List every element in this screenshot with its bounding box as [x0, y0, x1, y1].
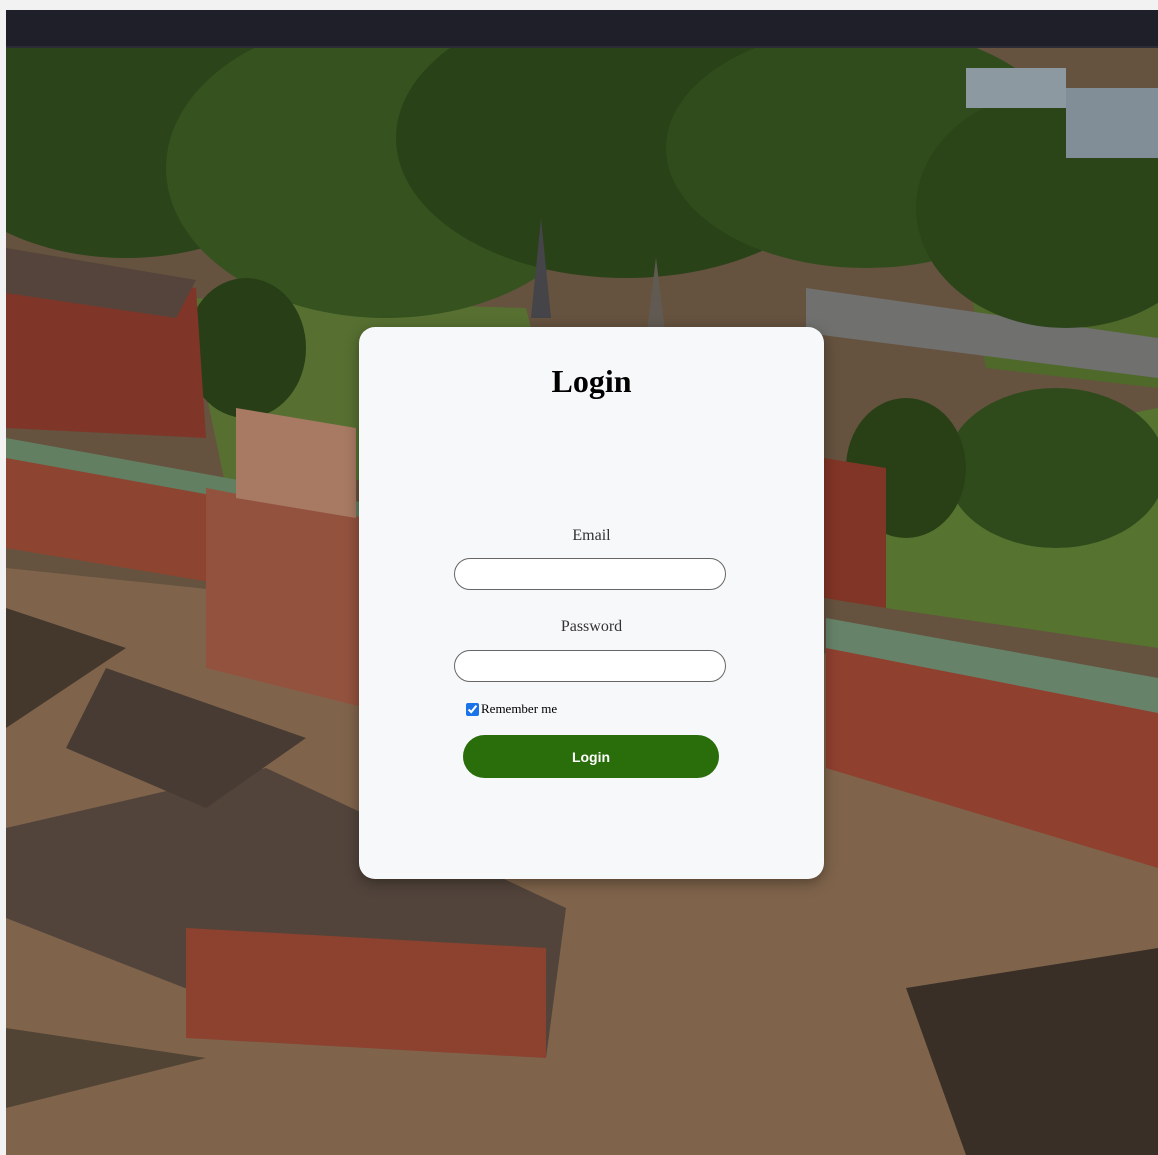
password-input[interactable] — [454, 650, 726, 682]
page: Login Email Password Remember me Login — [0, 0, 1158, 1155]
password-label: Password — [560, 618, 623, 635]
login-card: Login Email Password Remember me Login — [359, 327, 824, 879]
top-navbar — [6, 10, 1158, 48]
remember-me-label[interactable]: Remember me — [481, 701, 557, 717]
window-top-border — [0, 0, 1158, 10]
login-title: Login — [551, 363, 632, 399]
login-button[interactable]: Login — [463, 735, 719, 778]
email-input[interactable] — [454, 558, 726, 590]
email-label: Email — [572, 527, 611, 544]
remember-me-row: Remember me — [466, 701, 557, 717]
remember-me-checkbox[interactable] — [466, 702, 479, 716]
